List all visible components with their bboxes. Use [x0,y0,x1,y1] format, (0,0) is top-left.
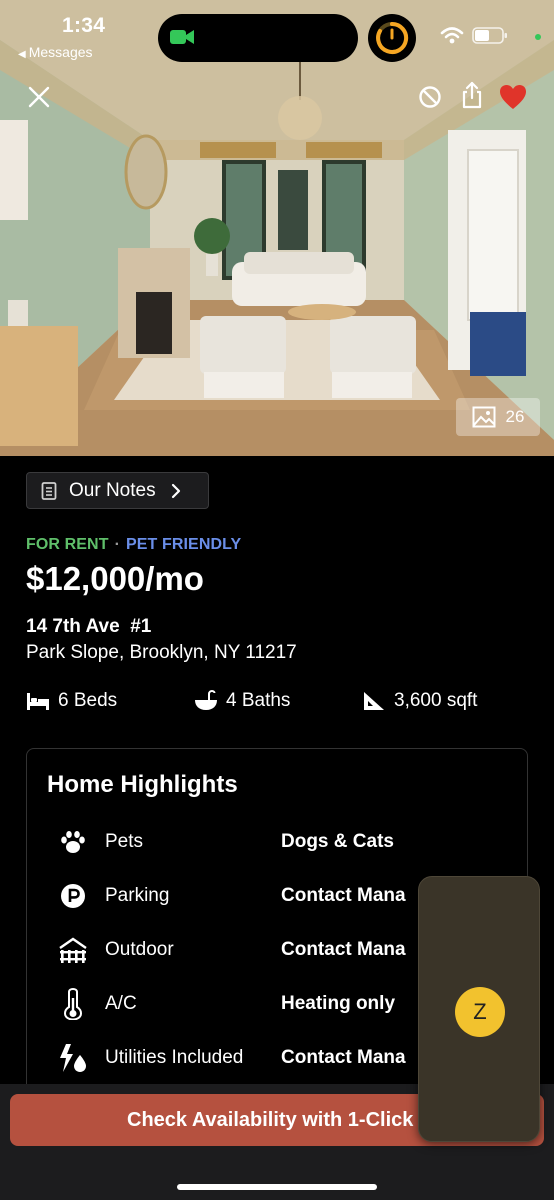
highlight-label: Utilities Included [105,1047,244,1068]
highlight-value: Contact Mana [281,1047,406,1068]
timer-icon [376,21,409,54]
beds-fact: 6 Beds [26,690,117,712]
facetime-camera-icon [170,30,194,44]
back-triangle-icon: ◀ [18,49,26,60]
listing-tags: FOR RENT · PET FRIENDLY [26,536,241,554]
highlight-label: A/C [105,993,137,1014]
address-locality: Park Slope, Brooklyn, NY 11217 [26,642,297,663]
highlight-value: Heating only [281,993,396,1014]
hide-listing-button[interactable] [413,80,447,114]
highlight-label: Pets [105,831,144,852]
tag-separator: · [114,536,121,553]
parking-icon [57,881,89,911]
thermometer-icon [57,988,89,1020]
chevron-right-icon [171,483,180,498]
beds-label: 6 Beds [58,690,118,711]
notes-document-icon [41,481,57,500]
highlight-row-pets: Pets Dogs & Cats [27,821,527,861]
key-facts: 6 Beds 4 Baths 3,600 sqft [26,690,526,718]
share-button[interactable] [455,78,489,112]
baths-label: 4 Baths [226,690,291,711]
clock: 1:34 [62,14,106,37]
fence-icon [57,935,89,965]
baths-fact: 4 Baths [194,690,290,712]
sqft-label: 3,600 sqft [394,690,478,711]
camera-in-use-dot [535,34,541,40]
listing-price: $12,000/mo [26,560,204,597]
for-rent-tag: FOR RENT [26,536,109,553]
favorite-button[interactable] [496,80,530,114]
photo-count-label: 26 [505,407,525,426]
highlight-label: Outdoor [105,939,174,960]
close-button[interactable] [22,80,56,114]
home-highlights-title: Home Highlights [47,771,238,798]
sqft-fact: 3,600 sqft [362,690,477,712]
highlight-value: Contact Mana [281,939,406,960]
gallery-icon [472,406,496,428]
address-street: 14 7th Ave #1 [26,616,152,637]
hide-icon [419,86,441,108]
highlight-label: Parking [105,885,170,906]
back-to-app-link[interactable]: ◀ Messages [18,44,93,60]
bed-icon [27,693,49,710]
our-notes-label: Our Notes [69,479,156,501]
back-app-label: Messages [28,44,93,60]
overlay-avatar-badge[interactable]: Z [455,987,505,1037]
battery-icon [472,27,507,44]
ruler-triangle-icon [364,692,384,710]
bathtub-icon [195,690,217,710]
paw-icon [57,827,89,857]
home-indicator[interactable] [177,1184,377,1190]
listing-photo[interactable]: 1:34 ◀ Messages 26 [0,0,554,456]
our-notes-button[interactable]: Our Notes [26,472,209,509]
status-bar: 1:34 ◀ Messages [0,0,554,64]
floating-overlay-window[interactable]: Z [418,876,540,1142]
timer-activity[interactable] [368,14,416,62]
pet-friendly-tag: PET FRIENDLY [126,536,242,553]
close-icon [28,86,50,108]
utilities-icon [57,1043,89,1073]
photo-gallery-button[interactable]: 26 [456,398,540,436]
room-photo [0,0,554,456]
highlight-value: Contact Mana [281,885,406,906]
dynamic-island[interactable] [158,14,358,62]
highlight-value: Dogs & Cats [281,831,394,852]
heart-icon [500,85,526,109]
share-icon [462,81,482,109]
wifi-icon [440,27,464,44]
